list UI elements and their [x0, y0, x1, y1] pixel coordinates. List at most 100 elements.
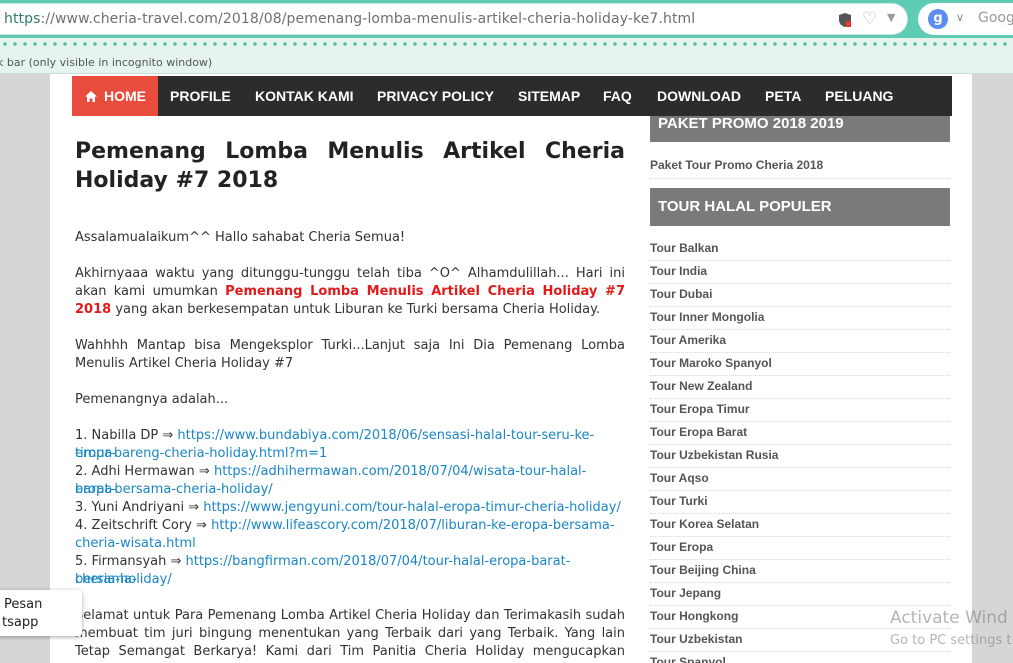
- sidebar-item-tour-eropa-barat[interactable]: Tour Eropa Barat: [650, 422, 950, 445]
- greeting-paragraph: Assalamualaikum^^ Hallo sahabat Cheria S…: [75, 230, 406, 245]
- sidebar-item-tour-korea-selatan[interactable]: Tour Korea Selatan: [650, 514, 950, 537]
- nav-item-peluang[interactable]: PELUANG: [825, 76, 893, 116]
- winner-name: 4. Zeitschrift Cory ⇒: [75, 518, 212, 533]
- sidebar-item-tour-uzbekistan-rusia[interactable]: Tour Uzbekistan Rusia: [650, 445, 950, 468]
- sidebar-item-label: Tour Maroko Spanyol: [650, 356, 772, 370]
- list-item: 4. Zeitschrift Cory ⇒ http://www.lifeasc…: [75, 517, 625, 535]
- sidebar-item-label: Tour New Zealand: [650, 379, 753, 393]
- sidebar-item-tour-eropa-timur[interactable]: Tour Eropa Timur: [650, 399, 950, 422]
- google-icon[interactable]: g: [928, 9, 948, 29]
- nav-item-peta[interactable]: PETA: [765, 76, 801, 116]
- list-item-continued: timur-bareng-cheria-holiday.html?m=1: [75, 445, 625, 463]
- sidebar-item-tour-jepang[interactable]: Tour Jepang: [650, 583, 950, 606]
- list-item-continued: barat-bersama-cheria-holiday/: [75, 481, 625, 499]
- sidebar-item-promo[interactable]: Paket Tour Promo Cheria 2018: [650, 155, 950, 179]
- nav-label: DOWNLOAD: [657, 88, 741, 104]
- sidebar-item-tour-beijing-china[interactable]: Tour Beijing China: [650, 560, 950, 583]
- winner-name: 2. Adhi Hermawan ⇒: [75, 464, 214, 479]
- decorative-dots: [0, 40, 1013, 48]
- shield-icon[interactable]: [838, 12, 852, 28]
- url-protocol: https: [4, 11, 41, 27]
- nav-label: FAQ: [603, 88, 632, 104]
- nav-item-privacy-policy[interactable]: PRIVACY POLICY: [377, 76, 494, 116]
- info-bar: k bar (only visible in incognito window): [0, 38, 1013, 74]
- sidebar-item-tour-new-zealand[interactable]: Tour New Zealand: [650, 376, 950, 399]
- closing-paragraph: Selamat untuk Para Pemenang Lomba Artike…: [75, 608, 625, 663]
- sidebar-item-tour-eropa[interactable]: Tour Eropa: [650, 537, 950, 560]
- sidebar-item-tour-turki[interactable]: Tour Turki: [650, 491, 950, 514]
- sidebar-item-tour-dubai[interactable]: Tour Dubai: [650, 284, 950, 307]
- winner-link[interactable]: https://www.jengyuni.com/tour-halal-erop…: [203, 500, 621, 515]
- winner-name: 5. Firmansyah ⇒: [75, 554, 186, 569]
- winners-heading: Pemenangnya adalah...: [75, 392, 229, 407]
- title-line-1: Pemenang Lomba Menulis Artikel Cheria: [75, 139, 625, 164]
- sidebar-item-tour-amerika[interactable]: Tour Amerika: [650, 330, 950, 353]
- promo-heading: PAKET PROMO 2018 2019: [650, 116, 950, 142]
- nav-item-home[interactable]: HOME: [72, 76, 158, 116]
- article: Pemenang Lomba Menulis Artikel Cheria Ho…: [75, 137, 625, 195]
- info-bar-text: k bar (only visible in incognito window): [0, 56, 213, 69]
- nav-label: SITEMAP: [518, 88, 581, 104]
- address-bar[interactable]: https://www.cheria-travel.com/2018/08/pe…: [0, 3, 908, 35]
- url-text[interactable]: https://www.cheria-travel.com/2018/08/pe…: [4, 11, 695, 27]
- nav-label: PROFILE: [170, 88, 231, 104]
- winner-link[interactable]: cheria-wisata.html: [75, 536, 196, 551]
- sidebar-item-tour-balkan[interactable]: Tour Balkan: [650, 238, 950, 261]
- search-box[interactable]: g ∨ Goog: [918, 3, 1013, 35]
- sidebar-item-label: Tour Turki: [650, 494, 708, 508]
- list-item-continued: cheria-holiday/: [75, 571, 625, 589]
- intro-paragraph: Wahhhh Mantap bisa Mengeksplor Turki...L…: [75, 338, 625, 371]
- sidebar-item-label: Tour India: [650, 264, 708, 278]
- url-path: ://www.cheria-travel.com/2018/08/pemenan…: [40, 11, 696, 27]
- sidebar-item-label: Tour Amerika: [650, 333, 727, 347]
- chat-label: Pesan: [4, 597, 43, 612]
- sidebar-item-label: Tour Uzbekistan Rusia: [650, 448, 779, 462]
- winner-link[interactable]: barat-bersama-cheria-holiday/: [75, 482, 273, 497]
- nav-item-sitemap[interactable]: SITEMAP: [518, 76, 580, 116]
- list-item: 3. Yuni Andriyani ⇒ https://www.jengyuni…: [75, 499, 625, 517]
- page-title: Pemenang Lomba Menulis Artikel Cheria Ho…: [75, 137, 625, 195]
- chevron-down-icon[interactable]: ∨: [956, 11, 964, 24]
- browser-toolbar: https://www.cheria-travel.com/2018/08/pe…: [0, 0, 1013, 38]
- nav-label: HOME: [104, 88, 146, 104]
- nav-item-profile[interactable]: PROFILE: [170, 76, 231, 116]
- sidebar-item-label: Tour Eropa Barat: [650, 425, 748, 439]
- sidebar-item-tour-india[interactable]: Tour India: [650, 261, 950, 284]
- sidebar-item-label: Tour Eropa: [650, 540, 714, 554]
- halal-heading-text: TOUR HALAL POPULER: [658, 198, 832, 215]
- sidebar-item-label: Tour Korea Selatan: [650, 517, 760, 531]
- sidebar-item-tour-spanyol[interactable]: Tour Spanyol: [650, 652, 950, 663]
- title-line-2: Holiday #7 2018: [75, 168, 279, 193]
- search-placeholder: Goog: [978, 10, 1013, 26]
- sidebar-item-tour-maroko-spanyol[interactable]: Tour Maroko Spanyol: [650, 353, 950, 376]
- announcement-paragraph: Akhirnyaaa waktu yang ditunggu-tunggu te…: [75, 265, 625, 319]
- nav-item-kontak-kami[interactable]: KONTAK KAMI: [255, 76, 354, 116]
- winner-link[interactable]: http://www.lifeascory.com/2018/07/libura…: [211, 518, 614, 533]
- heart-icon[interactable]: ♡: [862, 9, 877, 29]
- sidebar-item-label: Tour Beijing China: [650, 563, 756, 577]
- nav-label: PETA: [765, 88, 802, 104]
- sidebar-item-label: Paket Tour Promo Cheria 2018: [650, 158, 824, 172]
- sidebar-item-label: Tour Uzbekistan: [650, 632, 743, 646]
- nav-item-faq[interactable]: FAQ: [603, 76, 632, 116]
- winner-name: 1. Nabilla DP ⇒: [75, 428, 178, 443]
- winner-link[interactable]: timur-bareng-cheria-holiday.html?m=1: [75, 446, 327, 461]
- activation-watermark: Activate Wind: [890, 608, 1008, 628]
- list-item-continued: cheria-wisata.html: [75, 535, 625, 553]
- winner-link[interactable]: cheria-holiday/: [75, 572, 172, 587]
- chat-label: tsapp: [2, 615, 39, 630]
- nav-label: KONTAK KAMI: [255, 88, 354, 104]
- activation-watermark-sub: Go to PC settings t: [890, 633, 1012, 648]
- halal-heading: TOUR HALAL POPULER: [650, 188, 950, 226]
- winner-name: 3. Yuni Andriyani ⇒: [75, 500, 204, 515]
- nav-item-download[interactable]: DOWNLOAD: [657, 76, 741, 116]
- sidebar-item-tour-aqso[interactable]: Tour Aqso: [650, 468, 950, 491]
- sidebar-item-tour-inner-mongolia[interactable]: Tour Inner Mongolia: [650, 307, 950, 330]
- whatsapp-chat-widget[interactable]: Pesan tsapp: [0, 590, 82, 636]
- sidebar-item-label: Tour Balkan: [650, 241, 719, 255]
- sidebar-item-label: Tour Spanyol: [650, 655, 726, 663]
- nav-label: PRIVACY POLICY: [377, 88, 494, 104]
- sidebar-item-label: Tour Jepang: [650, 586, 722, 600]
- chevron-down-icon[interactable]: ▼: [887, 11, 895, 24]
- home-icon: [85, 91, 97, 102]
